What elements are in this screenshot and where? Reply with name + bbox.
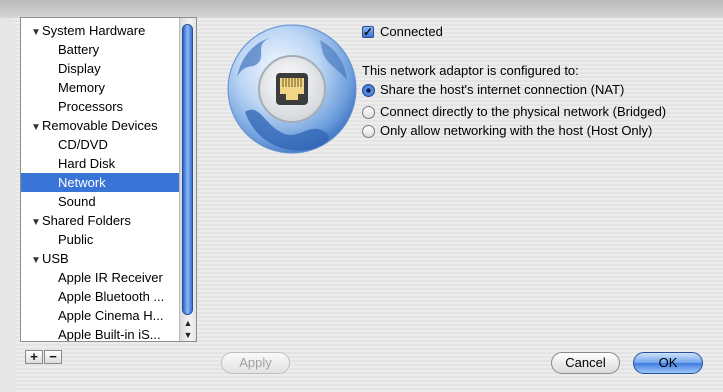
sidebar-item[interactable]: Apple Bluetooth ... [21,287,181,306]
sidebar-item[interactable]: Sound [21,192,181,211]
checkmark-icon: ✓ [363,25,374,39]
connected-label[interactable]: Connected [380,24,443,40]
sidebar-group-label: System Hardware [42,23,146,38]
sidebar-item[interactable]: Processors [21,97,181,116]
device-tree: ▼System Hardware Battery Display Memory Proc… [21,21,181,341]
ethernet-globe-icon [227,24,357,154]
window-left-edge [0,18,14,392]
radio-nat-label[interactable]: Share the host's internet connection (NA… [380,82,624,98]
sidebar-group[interactable]: ▼Removable Devices [21,116,181,135]
sidebar-item[interactable]: Apple Cinema H... [21,306,181,325]
add-device-button[interactable]: + [25,350,43,364]
sidebar-item[interactable]: CD/DVD [21,135,181,154]
sidebar-item[interactable]: Display [21,59,181,78]
radio-host-only-label[interactable]: Only allow networking with the host (Hos… [380,123,652,139]
radio-host-only[interactable] [362,125,375,138]
sidebar-group[interactable]: ▼Shared Folders [21,211,181,230]
disclosure-triangle-icon[interactable]: ▼ [31,118,42,135]
ok-button[interactable]: OK [633,352,703,374]
remove-device-button[interactable]: − [44,350,62,364]
sidebar-group[interactable]: ▼System Hardware [21,21,181,40]
sidebar-group[interactable]: ▼USB [21,249,181,268]
sidebar-item[interactable]: Public [21,230,181,249]
connected-checkbox[interactable]: ✓ [362,26,374,38]
window-top-strip [0,0,723,18]
cancel-button[interactable]: Cancel [551,352,620,374]
device-list-scrollbar[interactable]: ▲ ▼ [179,18,196,341]
adaptor-description: This network adaptor is configured to: [362,63,579,78]
apply-button[interactable]: Apply [221,352,290,374]
sidebar-item[interactable]: Memory [21,78,181,97]
scrollbar-thumb[interactable] [182,24,193,315]
radio-bridged[interactable] [362,106,375,119]
sidebar-item[interactable]: Battery [21,40,181,59]
sidebar-group-label: Removable Devices [42,118,158,133]
sidebar-item[interactable]: Apple Built-in iS... [21,325,181,341]
sidebar-item[interactable]: Apple IR Receiver [21,268,181,287]
radio-bridged-label[interactable]: Connect directly to the physical network… [380,104,666,120]
scroll-up-arrow-icon[interactable]: ▲ [180,317,196,329]
radio-nat[interactable] [362,84,375,97]
sidebar-item[interactable]: Network [21,173,181,192]
sidebar-group-label: USB [42,251,69,266]
sidebar-group-label: Shared Folders [42,213,131,228]
sidebar-item[interactable]: Hard Disk [21,154,181,173]
scroll-down-arrow-icon[interactable]: ▼ [180,329,196,341]
disclosure-triangle-icon[interactable]: ▼ [31,213,42,230]
device-list[interactable]: ▼System Hardware Battery Display Memory Proc… [20,17,197,342]
disclosure-triangle-icon[interactable]: ▼ [31,23,42,40]
disclosure-triangle-icon[interactable]: ▼ [31,251,42,268]
